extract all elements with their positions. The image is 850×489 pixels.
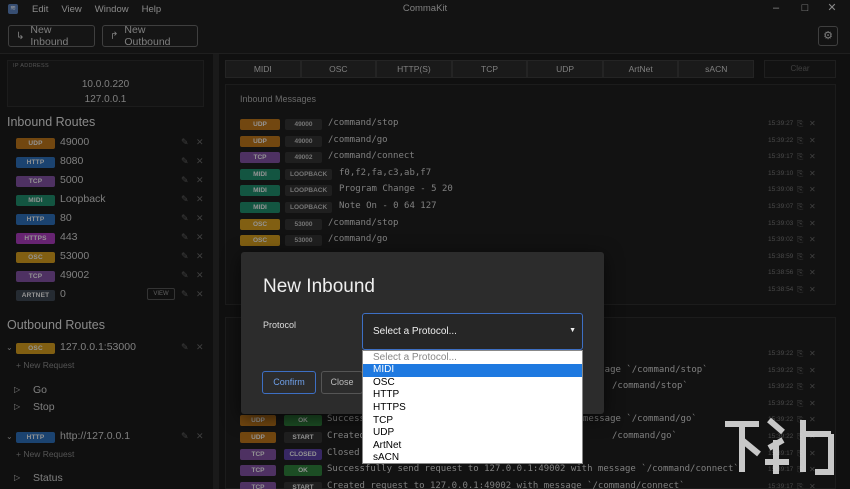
dialog-title: New Inbound [263,276,375,297]
protocol-option[interactable]: HTTP [363,389,582,402]
protocol-option[interactable]: sACN [363,452,582,465]
protocol-option[interactable]: HTTPS [363,402,582,415]
protocol-select-value: Select a Protocol... [373,326,457,337]
protocol-option[interactable]: OSC [363,377,582,390]
protocol-select[interactable]: Select a Protocol... ▼ [362,313,583,350]
protocol-option[interactable]: MIDI [363,364,582,377]
protocol-option[interactable]: Select a Protocol... [363,352,582,365]
protocol-label: Protocol [263,320,297,330]
protocol-dropdown-list: Select a Protocol... MIDI OSC HTTP HTTPS TCP U… [362,350,583,464]
watermark-logo [725,417,834,475]
protocol-option[interactable]: ArtNet [363,440,582,453]
protocol-option[interactable]: UDP [363,427,582,440]
close-button[interactable]: Close [321,371,363,394]
caret-down-icon: ▼ [569,327,576,334]
confirm-button[interactable]: Confirm [262,371,316,394]
protocol-option[interactable]: TCP [363,415,582,428]
